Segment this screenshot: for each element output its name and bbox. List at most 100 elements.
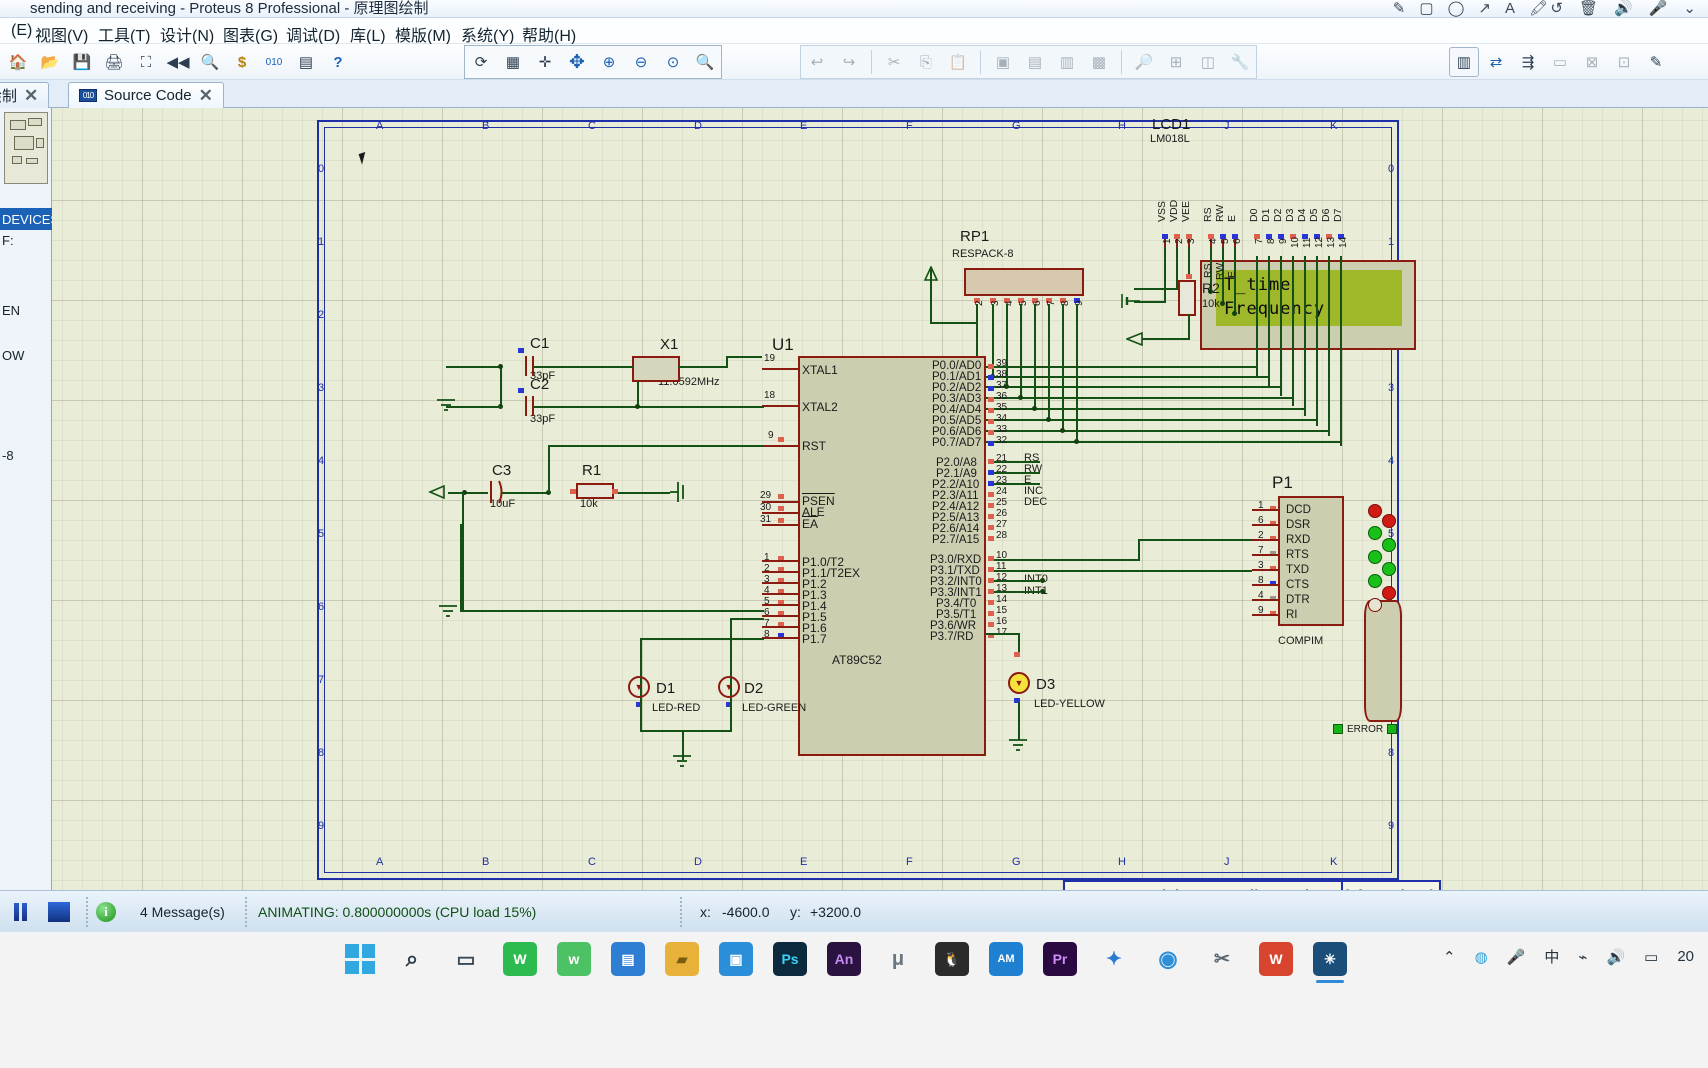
wechat-work-icon[interactable]: w [557,942,591,976]
d2-led[interactable]: ▼ [718,676,740,698]
shield-icon[interactable]: ◍ [1475,948,1488,966]
make-device-icon[interactable]: ⊞ [1161,47,1191,77]
copy-icon[interactable]: ⎘ [911,47,941,77]
zoom-area-icon[interactable]: 🔍 [690,47,720,77]
animate-icon[interactable]: An [827,942,861,976]
menu-item-debug[interactable]: 调试(D) [283,22,343,46]
mic-icon[interactable]: 🎤 [1649,1,1668,16]
new-sheet-icon[interactable]: ▥ [1449,47,1479,77]
trash-icon[interactable]: 🗑 [1579,1,1598,16]
exit-sheet-icon[interactable]: ⊡ [1609,47,1639,77]
zoom-out-icon[interactable]: ⊖ [626,47,656,77]
titlebar-annotation-tools[interactable]: ✎ ▢ ◯ ↗ A 🖍 [1393,1,1548,16]
snip-icon[interactable]: ✂ [1205,942,1239,976]
block-copy-icon[interactable]: ▣ [988,47,1018,77]
pause-button[interactable] [14,891,30,933]
mic-icon[interactable]: 🎤 [1507,948,1526,966]
bus-icon[interactable]: ⇄ [1481,47,1511,77]
windows-start-icon[interactable] [345,944,375,974]
zoom-in-icon[interactable]: ⊕ [594,47,624,77]
volume-icon[interactable]: 🔊 [1606,948,1625,966]
menu-item-design[interactable]: 设计(N) [157,22,217,46]
explorer-icon[interactable]: ▰ [665,942,699,976]
stop-button[interactable] [48,891,70,933]
speaker-icon[interactable]: 🔊 [1614,1,1633,16]
paste-icon[interactable]: 📋 [943,47,973,77]
menu-item-library[interactable]: 库(L) [347,22,389,46]
store-icon[interactable]: ▤ [611,942,645,976]
packaging-tool-icon[interactable]: ◫ [1193,47,1223,77]
zoom-sheet-icon[interactable]: ⊙ [658,47,688,77]
pick-device-icon[interactable]: 🔎 [1129,47,1159,77]
pencil-icon[interactable]: ✎ [1393,1,1406,16]
menu-item-view[interactable]: 视图(V) [32,22,91,46]
grid-icon[interactable]: ▦ [498,47,528,77]
wechat-icon[interactable]: W [503,942,537,976]
ellipse-icon[interactable]: ◯ [1448,1,1465,16]
delete-sheet-icon[interactable]: ⊠ [1577,47,1607,77]
ime-cn-icon[interactable]: 中 [1544,946,1559,967]
block-move-icon[interactable]: ▤ [1020,47,1050,77]
arrow-icon[interactable]: ↗ [1478,1,1491,16]
tab-source-code[interactable]: 010 Source Code ✕ [68,82,224,108]
wps-icon[interactable]: W [1259,942,1293,976]
overview-thumbnail[interactable] [4,112,48,184]
decompose-icon[interactable]: 🔧 [1225,47,1255,77]
menu-item-graph[interactable]: 图表(G) [220,22,281,46]
search-icon[interactable]: ⌕ [395,942,429,976]
bom-icon[interactable]: $ [227,47,257,77]
pan-icon[interactable]: ✥ [562,47,592,77]
help-icon[interactable]: ? [323,47,353,77]
open-icon[interactable]: 📂 [35,47,65,77]
print-icon[interactable]: 🖨 [99,47,129,77]
area-print-icon[interactable]: ⛶ [131,47,161,77]
d3-led[interactable]: ▼ [1008,672,1030,694]
menu-item-system[interactable]: 系统(Y) [458,22,517,46]
square-icon[interactable]: ▢ [1419,1,1433,16]
block-delete-icon[interactable]: ▩ [1084,47,1114,77]
d1-led[interactable]: ▼ [628,676,650,698]
am-icon[interactable]: AM [989,942,1023,976]
task-view-icon[interactable]: ▭ [449,942,483,976]
qq-icon[interactable]: 🐧 [935,942,969,976]
edit-properties-icon[interactable]: ✎ [1641,47,1671,77]
menu-item-help[interactable]: 帮助(H) [519,22,579,46]
undo-icon[interactable]: ↺ [1550,1,1563,16]
menu-item-template[interactable]: 模版(M) [392,22,454,46]
origin-icon[interactable]: ✛ [530,47,560,77]
cut-icon[interactable]: ✂ [879,47,909,77]
photoshop-icon[interactable]: Ps [773,942,807,976]
premiere-icon[interactable]: Pr [1043,942,1077,976]
block-rotate-icon[interactable]: ▥ [1052,47,1082,77]
redo-icon[interactable]: ↪ [834,47,864,77]
message-count[interactable]: i [96,891,116,933]
keil-icon[interactable]: μ [881,942,915,976]
schematic-canvas[interactable]: A B C D E F G H J K A B C D E F G H J K … [52,108,1708,890]
packaging-icon[interactable]: ▤ [291,47,321,77]
chevron-down-icon[interactable]: ⌄ [1683,1,1696,16]
menu-item-tools[interactable]: 工具(T) [95,22,153,46]
home-icon[interactable]: 🏠 [3,47,33,77]
vscode-icon[interactable]: ✦ [1097,942,1131,976]
find-icon[interactable]: 🔍 [195,47,225,77]
rp1-component[interactable] [964,268,1084,296]
highlighter-icon[interactable]: 🖍 [1529,1,1548,16]
tab-schematic[interactable]: 绘制 ✕ [0,82,50,108]
save-icon[interactable]: 💾 [67,47,97,77]
r1-symbol[interactable] [576,483,614,499]
stop-icon[interactable] [48,902,70,922]
chevron-up-icon[interactable]: ⌃ [1443,948,1456,966]
ares-icon[interactable]: 010 [259,47,289,77]
undo-arrow-icon[interactable]: ◀◀ [163,47,193,77]
undo-icon[interactable]: ↩ [802,47,832,77]
video-icon[interactable]: ▣ [719,942,753,976]
refresh-icon[interactable]: ⟳ [466,47,496,77]
proteus-icon[interactable]: ✳ [1313,942,1347,983]
text-icon[interactable]: A [1505,1,1515,16]
titlebar-system-tools[interactable]: ↺ 🗑 🔊 🎤 ⌄ [1550,1,1696,16]
close-icon[interactable]: ✕ [199,86,213,106]
sheet-icon[interactable]: ▭ [1545,47,1575,77]
x1-symbol[interactable] [632,356,680,382]
notification-icon[interactable]: ▭ [1644,948,1658,966]
pause-icon[interactable] [14,903,30,921]
